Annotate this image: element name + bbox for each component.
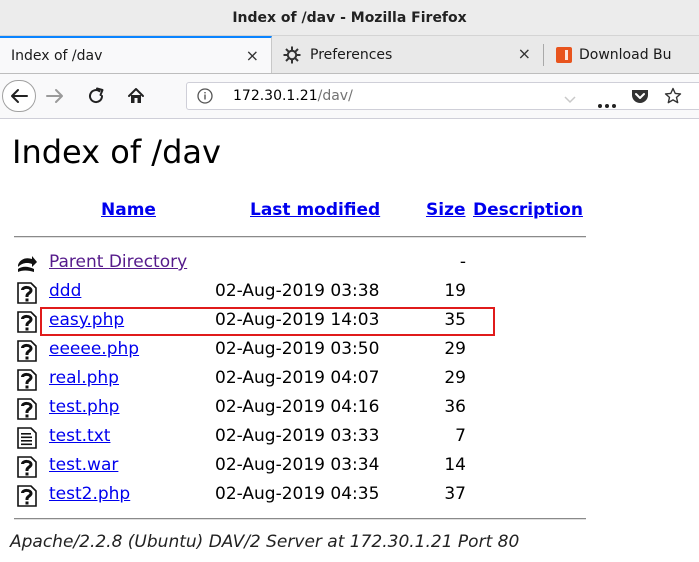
list-item: eeeee.php 02-Aug-2019 03:50 29 — [0, 336, 699, 365]
url-path: /dav/ — [317, 88, 353, 104]
unknown-file-icon — [16, 398, 38, 420]
file-size: 29 — [444, 339, 466, 359]
column-header-name[interactable]: Name — [101, 200, 156, 220]
divider — [14, 236, 586, 238]
page-title: Index of /dav — [12, 133, 221, 171]
close-icon[interactable]: × — [518, 44, 531, 63]
file-size: 36 — [444, 397, 466, 417]
chevron-down-icon[interactable] — [563, 90, 577, 104]
column-header-size[interactable]: Size — [426, 200, 466, 220]
page-content: Index of /dav Name Last modified Size De… — [0, 119, 699, 562]
file-modified: 02-Aug-2019 03:33 — [215, 426, 380, 446]
tab-preferences[interactable]: Preferences × — [273, 36, 543, 73]
home-icon — [128, 88, 144, 103]
file-link[interactable]: test.txt — [49, 426, 110, 446]
file-size: 19 — [444, 281, 466, 301]
file-link[interactable]: ddd — [49, 281, 81, 301]
file-modified: 02-Aug-2019 03:34 — [215, 455, 380, 475]
forward-arrow-icon — [46, 89, 63, 103]
file-size: - — [459, 252, 466, 272]
file-link[interactable]: eeeee.php — [49, 339, 139, 359]
file-size: 37 — [444, 484, 466, 504]
unknown-file-icon — [16, 311, 38, 333]
file-link[interactable]: test2.php — [49, 484, 130, 504]
back-arrow-icon — [11, 89, 28, 103]
file-modified: 02-Aug-2019 04:07 — [215, 368, 380, 388]
tab-index-of-dav[interactable]: Index of /dav × — [0, 36, 272, 73]
list-item: ddd 02-Aug-2019 03:38 19 — [0, 278, 699, 307]
unknown-file-icon — [16, 456, 38, 478]
gear-icon — [283, 46, 301, 64]
unknown-file-icon — [16, 369, 38, 391]
download-bundle-icon — [556, 46, 572, 63]
info-icon[interactable] — [197, 88, 213, 104]
list-item: Parent Directory - — [0, 249, 699, 278]
tab-download-bundle[interactable]: Download Bu — [544, 36, 699, 73]
reload-button[interactable] — [84, 86, 108, 106]
highlight-box — [40, 307, 495, 336]
star-icon[interactable] — [664, 87, 682, 105]
file-modified: 02-Aug-2019 03:38 — [215, 281, 380, 301]
tab-label: Preferences — [310, 46, 393, 63]
list-item: test.txt 02-Aug-2019 03:33 7 — [0, 423, 699, 452]
file-link[interactable]: test.php — [49, 397, 119, 417]
file-size: 14 — [444, 455, 466, 475]
column-header-description[interactable]: Description — [473, 200, 583, 220]
browser-window: Index of /dav - Mozilla Firefox Index of… — [0, 0, 699, 562]
text-file-icon — [16, 427, 38, 449]
tab-label: Index of /dav — [11, 47, 103, 64]
reload-icon — [89, 87, 104, 104]
list-item: test2.php 02-Aug-2019 04:35 37 — [0, 481, 699, 510]
file-link[interactable]: real.php — [49, 368, 119, 388]
url-text[interactable]: 172.30.1.21/dav/ — [233, 88, 353, 104]
file-modified: 02-Aug-2019 04:16 — [215, 397, 380, 417]
list-item: test.war 02-Aug-2019 03:34 14 — [0, 452, 699, 481]
home-button[interactable] — [124, 86, 148, 106]
navigation-toolbar: 172.30.1.21/dav/ — [0, 74, 699, 119]
back-button[interactable] — [2, 80, 36, 112]
more-icon[interactable] — [597, 94, 617, 108]
server-signature: Apache/2.2.8 (Ubuntu) DAV/2 Server at 17… — [10, 532, 520, 552]
file-link[interactable]: Parent Directory — [49, 252, 187, 272]
file-size: 7 — [455, 426, 466, 446]
unknown-file-icon — [16, 340, 38, 362]
file-modified: 02-Aug-2019 04:35 — [215, 484, 380, 504]
pocket-icon[interactable] — [631, 88, 649, 104]
tab-bar: Index of /dav × Preferences × Download B… — [0, 36, 699, 74]
list-item: test.php 02-Aug-2019 04:16 36 — [0, 394, 699, 423]
url-bar[interactable]: 172.30.1.21/dav/ — [186, 82, 699, 110]
divider — [14, 518, 586, 520]
close-icon[interactable]: × — [246, 46, 259, 65]
file-modified: 02-Aug-2019 03:50 — [215, 339, 380, 359]
tab-label: Download Bu — [579, 46, 672, 63]
file-size: 29 — [444, 368, 466, 388]
unknown-file-icon — [16, 282, 38, 304]
window-title: Index of /dav - Mozilla Firefox — [232, 9, 467, 26]
parent-directory-icon — [16, 253, 38, 275]
file-link[interactable]: test.war — [49, 455, 118, 475]
list-item: real.php 02-Aug-2019 04:07 29 — [0, 365, 699, 394]
unknown-file-icon — [16, 485, 38, 507]
column-header-last-modified[interactable]: Last modified — [250, 200, 380, 220]
window-titlebar: Index of /dav - Mozilla Firefox — [0, 0, 699, 36]
url-host: 172.30.1.21 — [233, 88, 318, 104]
forward-button[interactable] — [42, 86, 68, 106]
